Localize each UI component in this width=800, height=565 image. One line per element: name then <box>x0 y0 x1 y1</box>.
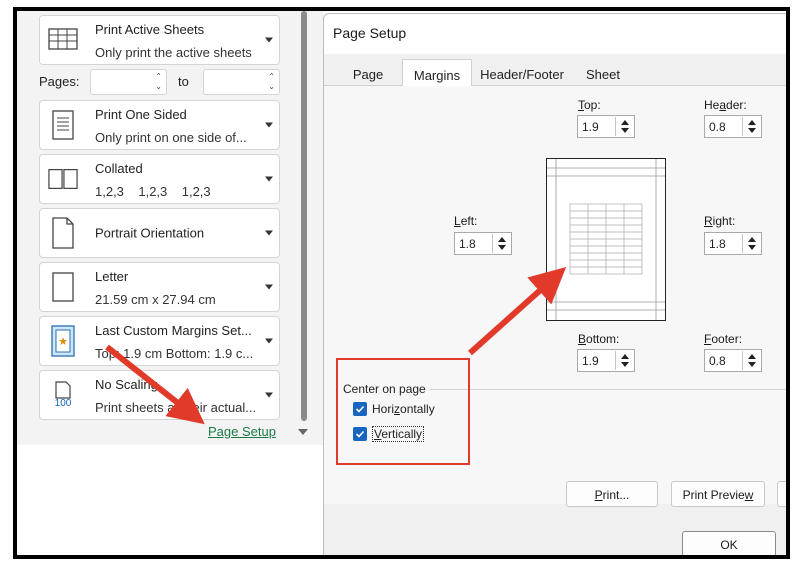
arrow-to-page-preview <box>468 267 567 356</box>
arrow-to-page-setup-link <box>105 344 205 425</box>
screenshot-frame: Print Active Sheets Only print the activ… <box>13 7 790 559</box>
annotation-arrows <box>105 267 567 425</box>
